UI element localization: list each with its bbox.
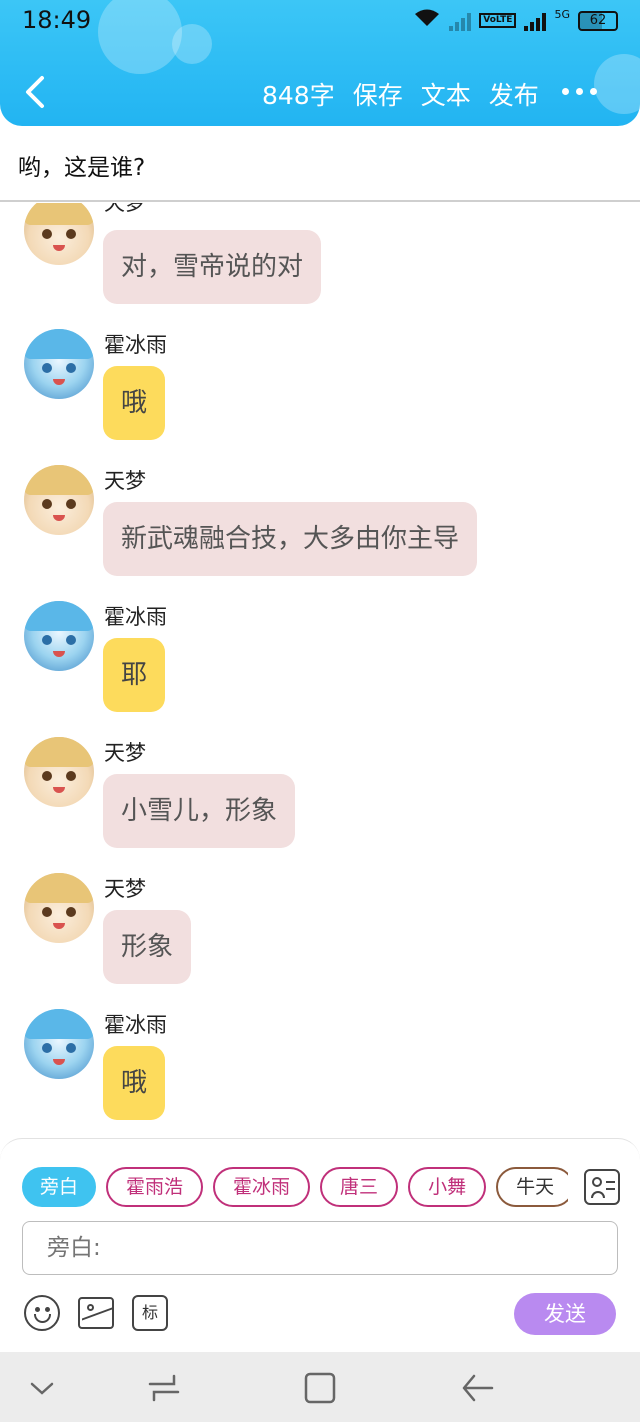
save-button[interactable]: 保存 bbox=[353, 76, 403, 112]
status-icons: VoLTE 5G 62 bbox=[413, 8, 618, 33]
system-nav-bar bbox=[0, 1352, 640, 1422]
avatar[interactable] bbox=[24, 329, 94, 399]
wifi-icon bbox=[413, 8, 441, 33]
chevron-left-icon bbox=[26, 76, 44, 108]
signal-icon bbox=[524, 11, 547, 31]
avatar[interactable] bbox=[24, 203, 94, 265]
avatar[interactable] bbox=[24, 601, 94, 671]
role-chip[interactable]: 旁白 bbox=[22, 1167, 97, 1207]
avatar[interactable] bbox=[24, 465, 94, 535]
role-chip[interactable]: 牛天 bbox=[496, 1167, 568, 1207]
sender-name: 霍冰雨 bbox=[104, 1013, 167, 1037]
chat-list[interactable]: 天梦 对，雪帝说的对 霍冰雨 哦 天梦 新武魂融合技，大多由你主导 霍冰雨 耶 … bbox=[0, 203, 640, 1138]
sender-name: 天梦 bbox=[104, 203, 146, 215]
status-bar: 18:49 VoLTE 5G 62 bbox=[0, 0, 640, 44]
battery-level: 62 bbox=[589, 12, 607, 28]
role-chip[interactable]: 唐三 bbox=[320, 1167, 399, 1207]
decorative-bubble bbox=[594, 54, 640, 114]
mark-button[interactable]: 标 bbox=[132, 1295, 168, 1331]
message-bubble[interactable]: 耶 bbox=[103, 638, 166, 712]
volte-icon: VoLTE bbox=[479, 13, 517, 28]
app-header: 18:49 VoLTE 5G 62 848字 保存 文本 发布 bbox=[0, 0, 640, 126]
word-count: 848字 bbox=[262, 81, 335, 110]
role-chip[interactable]: 小舞 bbox=[408, 1167, 487, 1207]
back-arrow-icon[interactable] bbox=[460, 1370, 496, 1406]
message-bubble[interactable]: 哦 bbox=[103, 366, 166, 440]
story-title-bar[interactable]: 哟，这是谁? bbox=[0, 126, 640, 202]
role-chip[interactable]: 霍冰雨 bbox=[213, 1167, 311, 1207]
recent-apps-icon[interactable] bbox=[146, 1370, 182, 1406]
story-title: 哟，这是谁? bbox=[18, 155, 146, 181]
sender-name: 天梦 bbox=[104, 877, 146, 901]
role-chip[interactable]: 霍雨浩 bbox=[106, 1167, 204, 1207]
avatar[interactable] bbox=[24, 1009, 94, 1079]
signal-icon bbox=[449, 11, 472, 31]
chevron-down-icon[interactable] bbox=[24, 1370, 60, 1406]
network-type: 5G bbox=[554, 8, 570, 21]
message-bubble[interactable]: 新武魂融合技，大多由你主导 bbox=[103, 502, 478, 576]
composer: 旁白霍雨浩霍冰雨唐三小舞牛天 标 发送 bbox=[0, 1138, 640, 1352]
sender-name: 霍冰雨 bbox=[104, 605, 167, 629]
message-bubble[interactable]: 小雪儿，形象 bbox=[103, 774, 296, 848]
sender-name: 天梦 bbox=[104, 741, 146, 765]
send-button[interactable]: 发送 bbox=[514, 1293, 616, 1335]
sender-name: 霍冰雨 bbox=[104, 333, 167, 357]
message-bubble[interactable]: 对，雪帝说的对 bbox=[103, 230, 322, 304]
image-icon[interactable] bbox=[78, 1297, 114, 1329]
message-input[interactable] bbox=[22, 1221, 618, 1275]
toolbar: 848字 保存 文本 发布 bbox=[262, 76, 539, 112]
publish-button[interactable]: 发布 bbox=[489, 76, 539, 112]
home-icon[interactable] bbox=[302, 1370, 338, 1406]
message-bubble[interactable]: 形象 bbox=[103, 910, 192, 984]
text-button[interactable]: 文本 bbox=[421, 76, 471, 112]
back-button[interactable] bbox=[20, 72, 50, 112]
avatar[interactable] bbox=[24, 873, 94, 943]
battery-icon: 62 bbox=[578, 10, 618, 31]
contacts-icon[interactable] bbox=[584, 1169, 620, 1205]
avatar[interactable] bbox=[24, 737, 94, 807]
role-selector: 旁白 霍雨浩 霍冰雨 唐三 小舞 牛天 bbox=[22, 1167, 568, 1207]
emoji-icon[interactable] bbox=[24, 1295, 60, 1331]
more-horizontal-icon[interactable] bbox=[562, 88, 597, 95]
sender-name: 天梦 bbox=[104, 469, 146, 493]
message-bubble[interactable]: 哦 bbox=[103, 1046, 166, 1120]
status-time: 18:49 bbox=[22, 6, 92, 34]
